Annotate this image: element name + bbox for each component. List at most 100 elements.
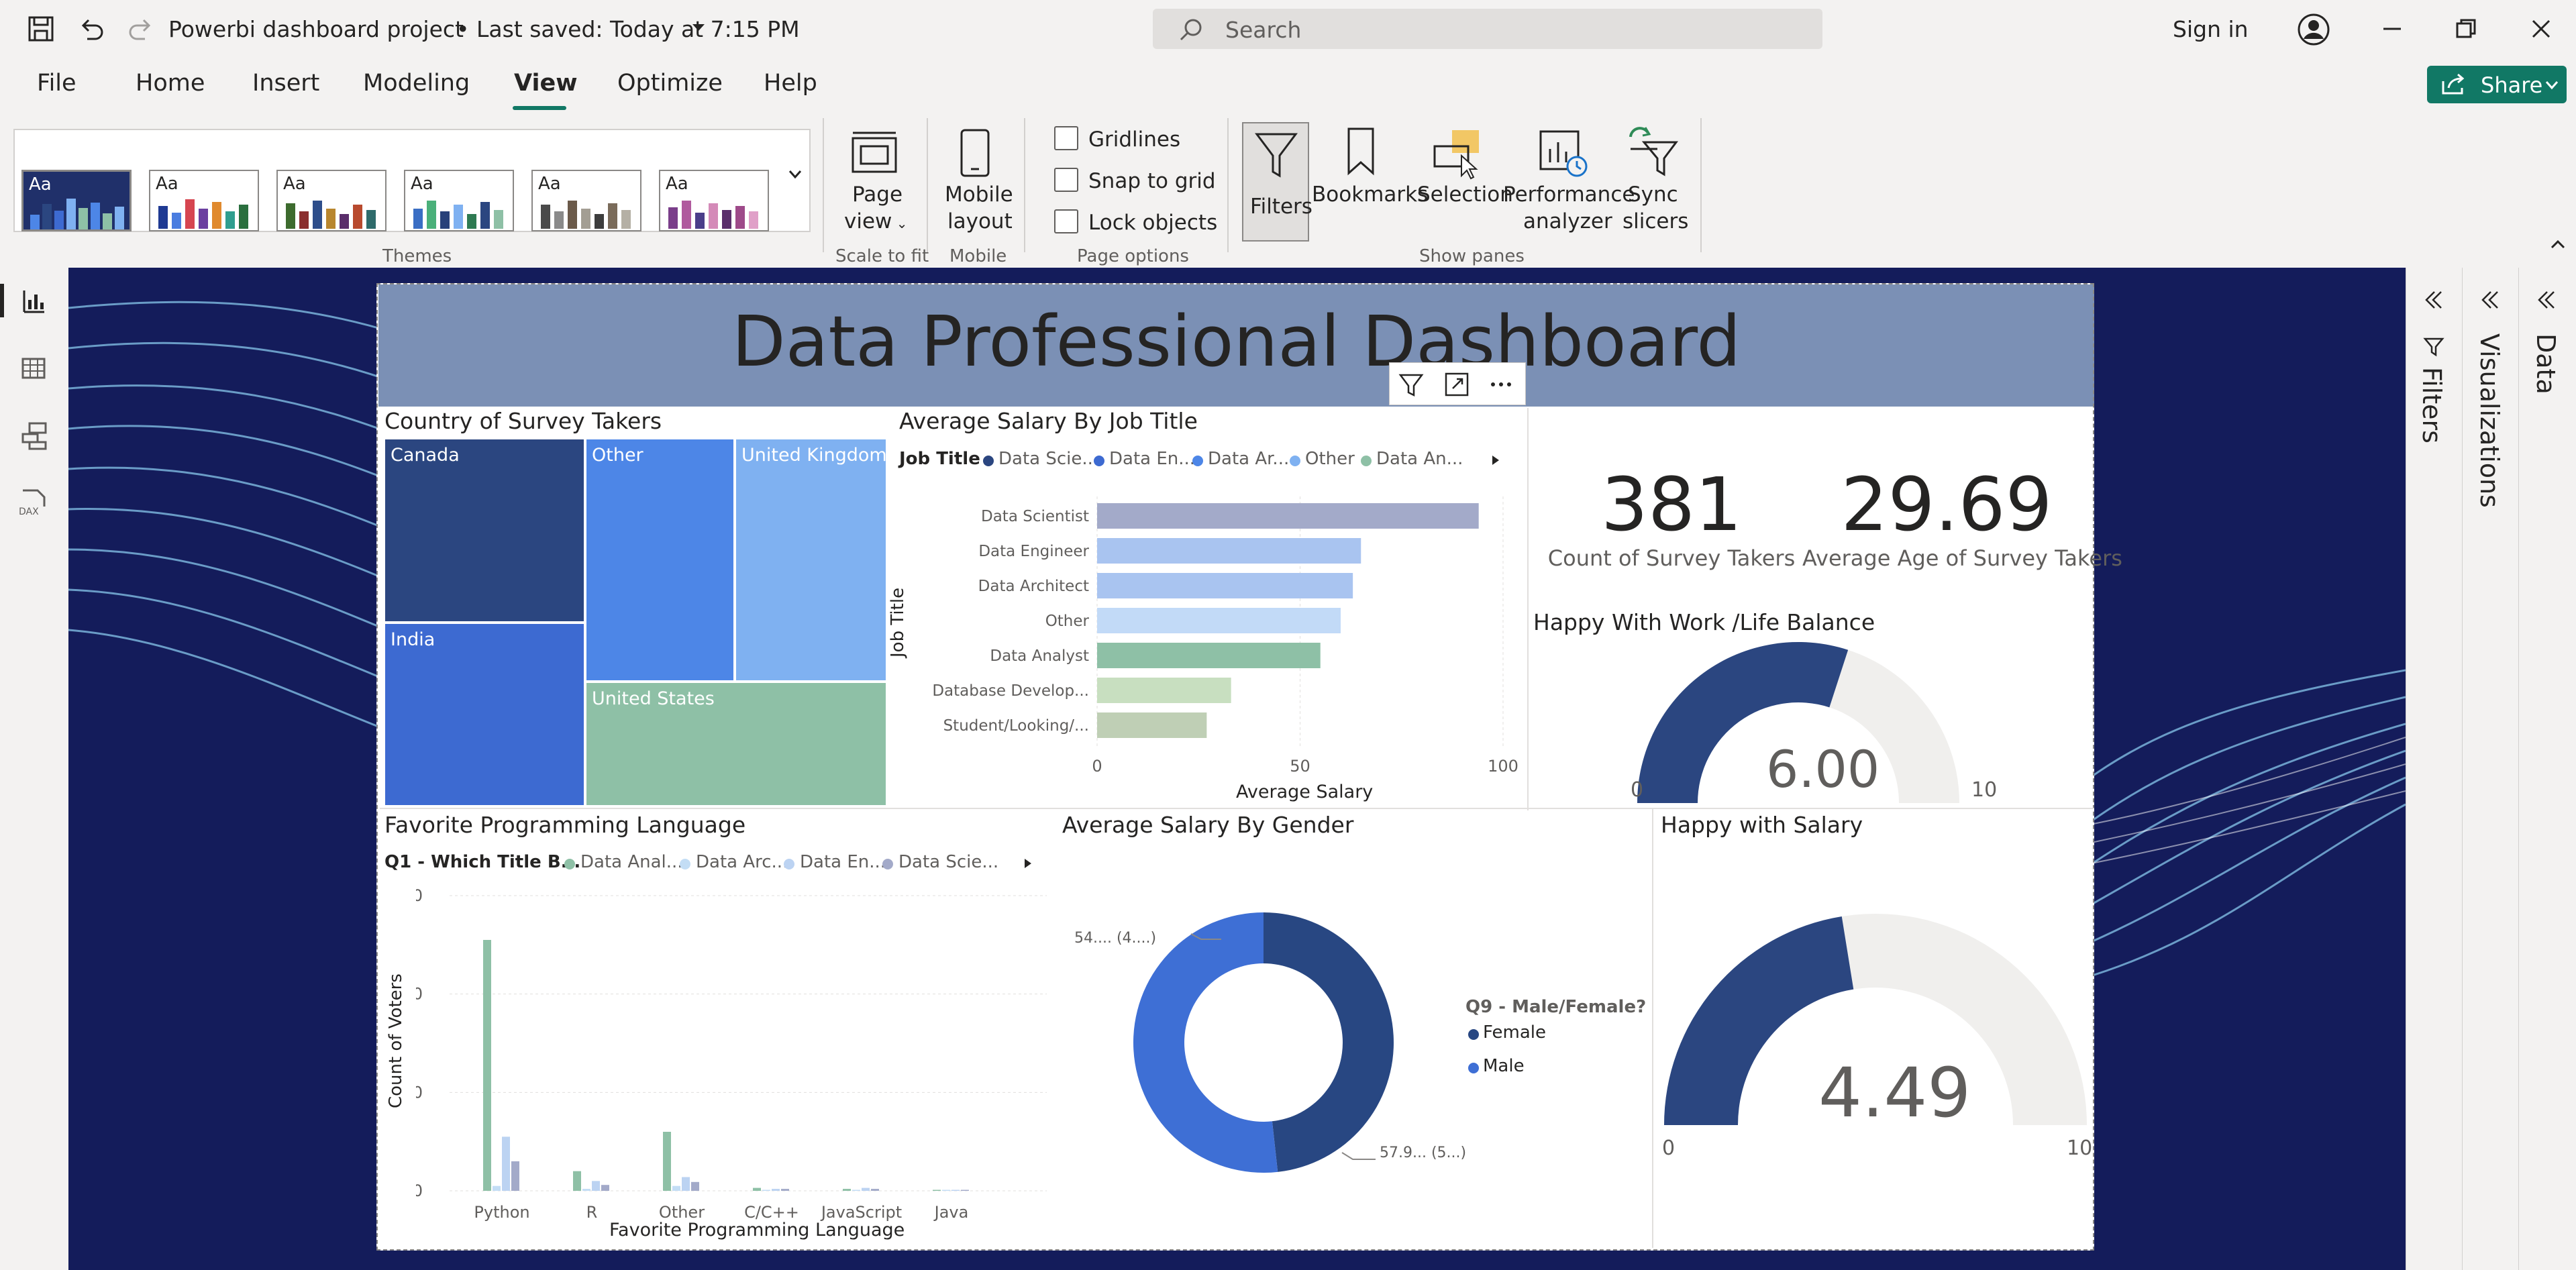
collapse-ribbon-chevron-icon[interactable] <box>2550 239 2566 250</box>
undo-icon[interactable] <box>75 13 106 44</box>
filters-pane-button[interactable]: Filters <box>1242 122 1312 242</box>
legend-next-arrow-icon[interactable] <box>1491 454 1500 466</box>
table-view-icon[interactable] <box>20 355 47 382</box>
legend-item[interactable]: Data Scie... <box>998 449 1098 469</box>
title-chevron-down-icon[interactable] <box>691 23 706 32</box>
column-bar[interactable] <box>483 940 491 1191</box>
column-bar[interactable] <box>573 1171 581 1191</box>
gridlines-label[interactable]: Gridlines <box>1088 127 1180 152</box>
menu-file[interactable]: File <box>37 70 76 97</box>
legend-item[interactable]: Data En... <box>800 852 886 872</box>
restore-icon[interactable] <box>2449 12 2483 46</box>
dax-query-view-icon[interactable]: DAX <box>17 486 50 517</box>
close-icon[interactable] <box>2524 12 2558 46</box>
legend-item[interactable]: Data Arc... <box>696 852 788 872</box>
theme-option-5[interactable]: Aa <box>531 170 641 231</box>
bar[interactable] <box>1097 503 1479 529</box>
legend-item[interactable]: Data Anal... <box>580 852 683 872</box>
country-treemap[interactable]: Canada Other United Kingdom India United… <box>385 439 887 805</box>
column-bar[interactable] <box>961 1189 969 1191</box>
column-bar[interactable] <box>753 1187 761 1191</box>
file-title[interactable]: Powerbi dashboard project <box>168 16 464 42</box>
snap-to-grid-label[interactable]: Snap to grid <box>1088 169 1216 193</box>
lock-objects-checkbox[interactable] <box>1054 209 1078 233</box>
legend-item-female[interactable]: Female <box>1483 1022 1546 1043</box>
saved-status[interactable]: Last saved: Today at 7:15 PM <box>476 16 800 42</box>
treemap-cell-united-states[interactable]: United States <box>586 683 886 805</box>
share-button[interactable]: Share <box>2427 66 2567 103</box>
mobile-layout-icon[interactable] <box>956 127 994 178</box>
lock-objects-label[interactable]: Lock objects <box>1088 211 1217 235</box>
bar[interactable] <box>1097 712 1207 738</box>
column-bar[interactable] <box>762 1189 770 1191</box>
data-pane-collapsed[interactable]: Data <box>2518 268 2575 1270</box>
mobile-layout-label-1[interactable]: Mobile <box>945 182 1013 207</box>
theme-option-3[interactable]: Aa <box>276 170 387 231</box>
visualizations-pane-label[interactable]: Visualizations <box>2475 333 2504 508</box>
filters-pane-collapsed[interactable]: Filters <box>2406 268 2463 1270</box>
mobile-layout-label-2[interactable]: layout <box>947 209 1013 233</box>
menu-view[interactable]: View <box>514 70 578 97</box>
performance-analyzer-icon[interactable] <box>1537 125 1590 180</box>
expand-data-chevron-icon[interactable] <box>2534 288 2558 312</box>
page-view-icon[interactable] <box>849 127 900 178</box>
column-bar[interactable] <box>871 1189 879 1191</box>
treemap-cell-india[interactable]: India <box>385 624 584 805</box>
more-options-icon[interactable] <box>1488 371 1514 398</box>
column-bar[interactable] <box>852 1189 860 1191</box>
sign-in-link[interactable]: Sign in <box>2173 16 2249 42</box>
visual-filter-icon[interactable] <box>1398 371 1425 398</box>
column-bar[interactable] <box>502 1136 510 1191</box>
page-view-label-2[interactable]: view ⌄ <box>844 209 908 233</box>
column-bar[interactable] <box>942 1189 950 1191</box>
theme-option-6[interactable]: Aa <box>659 170 769 231</box>
donut-slice[interactable] <box>1133 912 1278 1173</box>
column-bar[interactable] <box>772 1189 780 1191</box>
menu-modeling[interactable]: Modeling <box>363 70 470 97</box>
legend-item[interactable]: Data Scie... <box>898 852 998 872</box>
themes-expand-chevron-icon[interactable] <box>788 169 803 180</box>
menu-optimize[interactable]: Optimize <box>617 70 723 97</box>
gridlines-checkbox[interactable] <box>1054 126 1078 150</box>
visualizations-pane-collapsed[interactable]: Visualizations <box>2462 268 2519 1270</box>
column-bar[interactable] <box>582 1189 590 1191</box>
theme-option-1[interactable]: Aa <box>21 170 132 231</box>
menu-help[interactable]: Help <box>764 70 817 97</box>
bar[interactable] <box>1097 643 1321 668</box>
column-bar[interactable] <box>933 1189 941 1191</box>
column-bar[interactable] <box>663 1132 671 1191</box>
filters-pane-label[interactable]: Filters <box>2417 367 2446 443</box>
expand-filters-chevron-icon[interactable] <box>2421 288 2445 312</box>
bar[interactable] <box>1097 573 1353 598</box>
column-bar[interactable] <box>493 1185 501 1191</box>
selection-label[interactable]: Selection <box>1417 182 1513 207</box>
column-bar[interactable] <box>601 1185 609 1191</box>
bar[interactable] <box>1097 608 1341 633</box>
column-bar[interactable] <box>862 1187 870 1191</box>
focus-mode-icon[interactable] <box>1443 371 1470 398</box>
model-view-icon[interactable] <box>20 421 48 450</box>
treemap-cell-other[interactable]: Other <box>586 439 733 680</box>
sync-slicers-label-2[interactable]: slicers <box>1622 209 1688 233</box>
page-view-label-1[interactable]: Page <box>852 182 903 207</box>
bar[interactable] <box>1097 538 1361 564</box>
theme-option-2[interactable]: Aa <box>149 170 259 231</box>
menu-insert[interactable]: Insert <box>252 70 319 97</box>
bookmark-icon[interactable] <box>1342 126 1380 177</box>
menu-home[interactable]: Home <box>136 70 205 97</box>
data-pane-label[interactable]: Data <box>2531 333 2561 394</box>
snap-to-grid-checkbox[interactable] <box>1054 168 1078 192</box>
redo-icon[interactable] <box>126 13 157 44</box>
column-bar[interactable] <box>691 1181 699 1191</box>
column-bar[interactable] <box>951 1189 960 1191</box>
legend-item[interactable]: Other <box>1305 449 1355 469</box>
theme-option-4[interactable]: Aa <box>404 170 514 231</box>
column-bar[interactable] <box>682 1177 690 1191</box>
sync-slicers-icon[interactable] <box>1624 122 1680 180</box>
bar[interactable] <box>1097 678 1231 703</box>
minimize-icon[interactable] <box>2375 12 2409 46</box>
performance-analyzer-label-2[interactable]: analyzer <box>1523 209 1612 233</box>
expand-visualizations-chevron-icon[interactable] <box>2477 288 2502 312</box>
legend-item-male[interactable]: Male <box>1483 1056 1525 1076</box>
treemap-cell-canada[interactable]: Canada <box>385 439 584 621</box>
